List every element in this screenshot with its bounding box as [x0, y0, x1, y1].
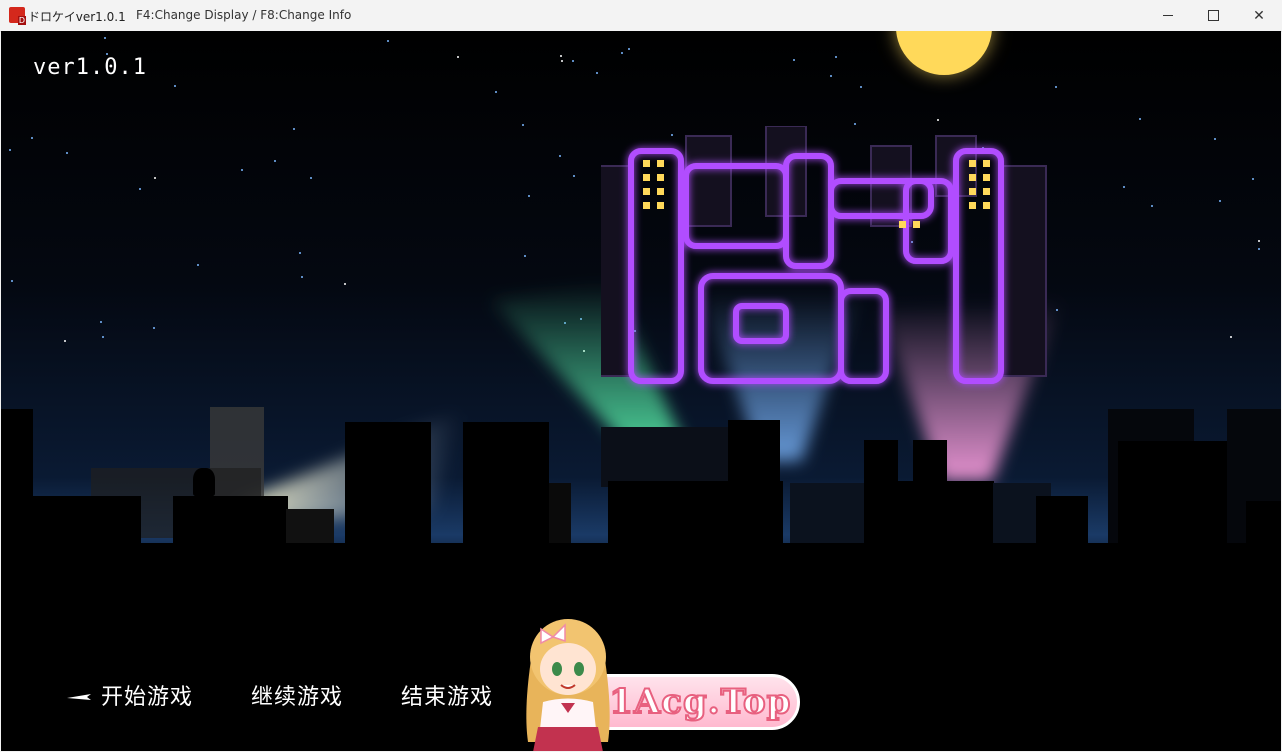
maximize-button[interactable] [1190, 0, 1236, 31]
window-title-bar: ドロケイver1.0.1 F4:Change Display / F8:Chan… [0, 0, 1282, 32]
menu-start-game[interactable]: 开始游戏 [101, 679, 193, 711]
app-icon [9, 7, 26, 25]
minimize-icon [1163, 15, 1173, 16]
window-title: ドロケイver1.0.1 [28, 10, 126, 24]
game-screen[interactable]: ver1.0.1 开始游戏 继续游戏 结束游戏 91Acg.Top [1, 31, 1281, 751]
maximize-icon [1207, 10, 1219, 21]
cat-silhouette [193, 468, 215, 496]
menu-cursor-icon [67, 694, 91, 700]
game-logo [601, 126, 1047, 384]
menu-exit-game[interactable]: 结束游戏 [401, 679, 493, 711]
close-button[interactable]: ✕ [1236, 0, 1282, 31]
version-label: ver1.0.1 [33, 55, 147, 80]
window-info-text: F4:Change Display / F8:Change Info [136, 8, 352, 22]
menu-continue-game[interactable]: 继续游戏 [251, 679, 343, 711]
building [601, 427, 729, 487]
close-icon: ✕ [1253, 7, 1265, 24]
mascot-character [526, 619, 610, 751]
minimize-button[interactable] [1145, 0, 1191, 31]
